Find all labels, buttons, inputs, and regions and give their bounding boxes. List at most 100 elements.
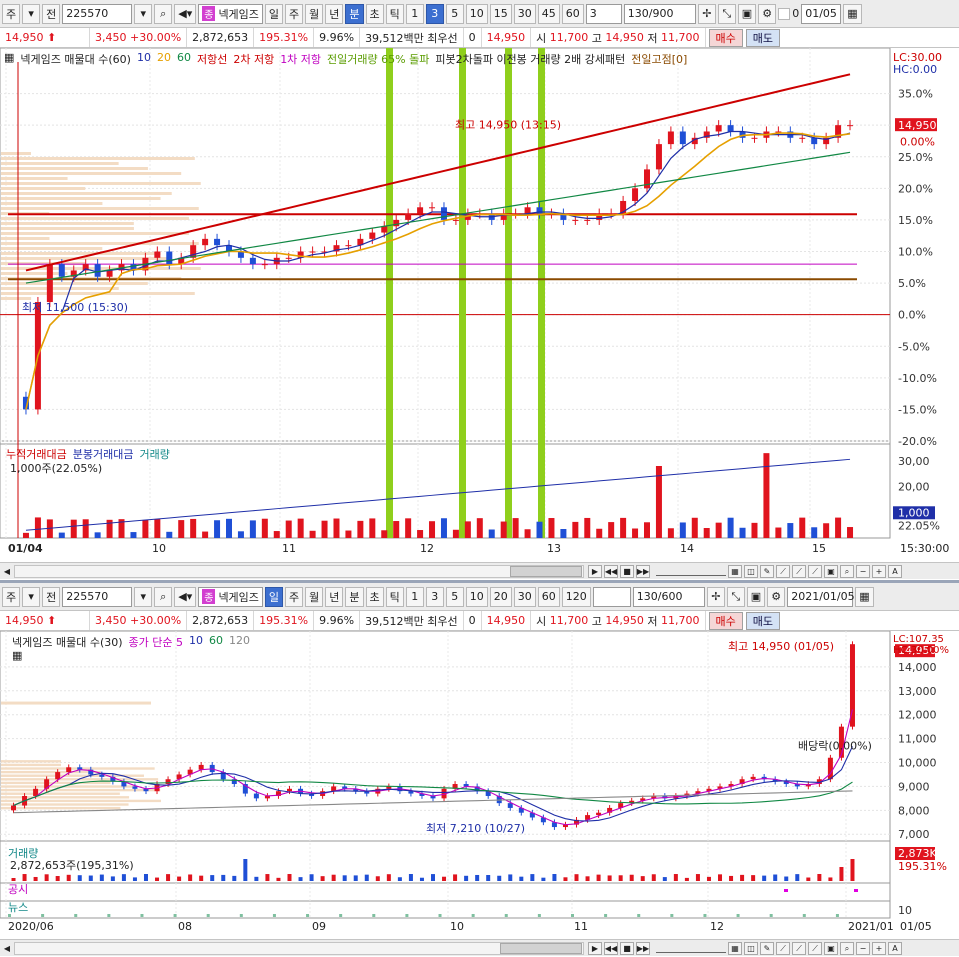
layout-icon[interactable]: ▦ <box>728 942 742 955</box>
date-input[interactable]: 2021/01/05 <box>787 586 855 607</box>
crosshair-icon[interactable]: ✢ <box>697 3 716 24</box>
chevron-down-icon[interactable]: ▾ <box>134 586 153 607</box>
interval-3[interactable]: 3 <box>425 3 444 24</box>
period-second[interactable]: 초 <box>365 586 384 607</box>
scroll-thumb[interactable] <box>510 566 582 577</box>
save-icon[interactable]: ▣ <box>737 3 757 24</box>
chevron-down-icon[interactable]: ▾ <box>22 3 41 24</box>
layout-icon[interactable]: ▦ <box>728 565 742 578</box>
trend-icon[interactable]: ⟋ <box>808 942 822 955</box>
plus-icon[interactable]: + <box>872 942 886 955</box>
period-week[interactable]: 주 <box>285 586 304 607</box>
period-day[interactable]: 일 <box>264 586 284 607</box>
interval-20[interactable]: 20 <box>489 586 512 607</box>
trend-icon[interactable]: ⟋ <box>792 565 806 578</box>
rewind-icon[interactable]: ◀◀ <box>604 565 618 578</box>
interval-1[interactable]: 1 <box>405 3 424 24</box>
period-year[interactable]: 년 <box>325 586 344 607</box>
interval-input[interactable]: 3 <box>585 3 622 24</box>
period-second[interactable]: 초 <box>365 3 384 24</box>
play-icon[interactable]: ▶ <box>588 942 602 955</box>
interval-30[interactable]: 30 <box>513 586 536 607</box>
period-week[interactable]: 주 <box>285 3 304 24</box>
scroll-thumb[interactable] <box>500 943 582 954</box>
search-icon[interactable]: ⌕ <box>154 3 173 24</box>
sell-button[interactable]: 매도 <box>745 611 781 630</box>
sell-button[interactable]: 매도 <box>745 28 781 47</box>
period-month[interactable]: 월 <box>305 586 324 607</box>
interval-1[interactable]: 1 <box>405 586 424 607</box>
stock-code-input[interactable]: 225570 <box>62 3 133 24</box>
interval-15[interactable]: 15 <box>489 3 512 24</box>
interval-60[interactable]: 60 <box>537 586 560 607</box>
screen-icon[interactable]: ▣ <box>824 565 838 578</box>
stock-name-field[interactable]: 종 넥게임즈 <box>198 586 263 607</box>
interval-10[interactable]: 10 <box>465 586 488 607</box>
stop-icon[interactable]: ■ <box>620 942 634 955</box>
draw-icon[interactable]: ✎ <box>760 565 774 578</box>
plus-icon[interactable]: + <box>872 565 886 578</box>
text-icon[interactable]: A <box>888 942 902 955</box>
search-icon[interactable]: ⌕ <box>154 586 173 607</box>
minus-icon[interactable]: − <box>856 942 870 955</box>
interval-5[interactable]: 5 <box>445 3 464 24</box>
calendar-icon[interactable]: ▦ <box>843 3 862 24</box>
period-minute[interactable]: 분 <box>345 3 364 24</box>
scroll-left-icon[interactable]: ◀ <box>1 942 13 955</box>
period-tick[interactable]: 틱 <box>385 3 404 24</box>
count-field[interactable]: 130/600 <box>632 586 705 607</box>
trend-icon[interactable]: ⟋ <box>808 565 822 578</box>
stock-code-input[interactable]: 225570 <box>62 586 133 607</box>
interval-3[interactable]: 3 <box>425 586 444 607</box>
layout-icon[interactable]: ▦ <box>12 649 22 662</box>
trend-icon[interactable]: ⟋ <box>776 942 790 955</box>
period-minute[interactable]: 분 <box>345 586 364 607</box>
split-icon[interactable]: ◫ <box>744 565 758 578</box>
buy-button[interactable]: 매수 <box>708 28 743 47</box>
checkbox[interactable] <box>778 7 791 20</box>
text-icon[interactable]: A <box>888 565 902 578</box>
scroll-left-icon[interactable]: ◀ <box>1 565 13 578</box>
interval-45[interactable]: 45 <box>537 3 560 24</box>
stock-name-field[interactable]: 종 넥게임즈 <box>198 3 263 24</box>
chevron-down-icon[interactable]: ▾ <box>134 3 153 24</box>
interval-5[interactable]: 5 <box>445 586 464 607</box>
magnifier-icon[interactable]: ⌕ <box>840 942 854 955</box>
magnifier-icon[interactable]: ⌕ <box>840 565 854 578</box>
speaker-icon[interactable]: ◀▾ <box>174 586 197 607</box>
split-icon[interactable]: ◫ <box>744 942 758 955</box>
buy-button[interactable]: 매수 <box>708 611 743 630</box>
top-scrollbar[interactable]: ◀ ▶ ◀◀ ■ ▶▶ ▦ ◫ ✎ ⟋ ⟋ ⟋ ▣ ⌕ − + A <box>0 562 959 579</box>
interval-input[interactable] <box>592 586 631 607</box>
draw-icon[interactable]: ✎ <box>760 942 774 955</box>
minute-chart-canvas[interactable]: 35.0%30.0%25.0%20.0%15.0%10.0%5.0%0.0%-5… <box>0 48 959 563</box>
market-select[interactable]: 주 <box>2 586 21 607</box>
save-icon[interactable]: ▣ <box>746 586 766 607</box>
interval-120[interactable]: 120 <box>561 586 591 607</box>
date-input[interactable]: 01/05 <box>801 3 842 24</box>
period-year[interactable]: 년 <box>325 3 344 24</box>
chevron-down-icon[interactable]: ▾ <box>22 586 41 607</box>
trend-icon[interactable]: ⟋ <box>792 942 806 955</box>
screen-icon[interactable]: ▣ <box>824 942 838 955</box>
layout-icon[interactable]: ▦ <box>4 51 14 67</box>
forward-icon[interactable]: ▶▶ <box>636 565 650 578</box>
prefix-button[interactable]: 전 <box>42 3 61 24</box>
play-icon[interactable]: ▶ <box>588 565 602 578</box>
gear-icon[interactable]: ⚙ <box>758 3 777 24</box>
prefix-button[interactable]: 전 <box>42 586 61 607</box>
minus-icon[interactable]: − <box>856 565 870 578</box>
scroll-track[interactable] <box>14 565 584 578</box>
speaker-icon[interactable]: ◀▾ <box>174 3 197 24</box>
calendar-icon[interactable]: ▦ <box>855 586 874 607</box>
gear-icon[interactable]: ⚙ <box>767 586 786 607</box>
chart-tools-icon[interactable]: ⤡ <box>726 586 745 607</box>
zoom-slider[interactable] <box>656 945 726 953</box>
rewind-icon[interactable]: ◀◀ <box>604 942 618 955</box>
crosshair-icon[interactable]: ✢ <box>706 586 725 607</box>
period-month[interactable]: 월 <box>305 3 324 24</box>
scroll-track[interactable] <box>14 942 584 955</box>
interval-10[interactable]: 10 <box>465 3 488 24</box>
period-day[interactable]: 일 <box>264 3 284 24</box>
interval-30[interactable]: 30 <box>513 3 536 24</box>
